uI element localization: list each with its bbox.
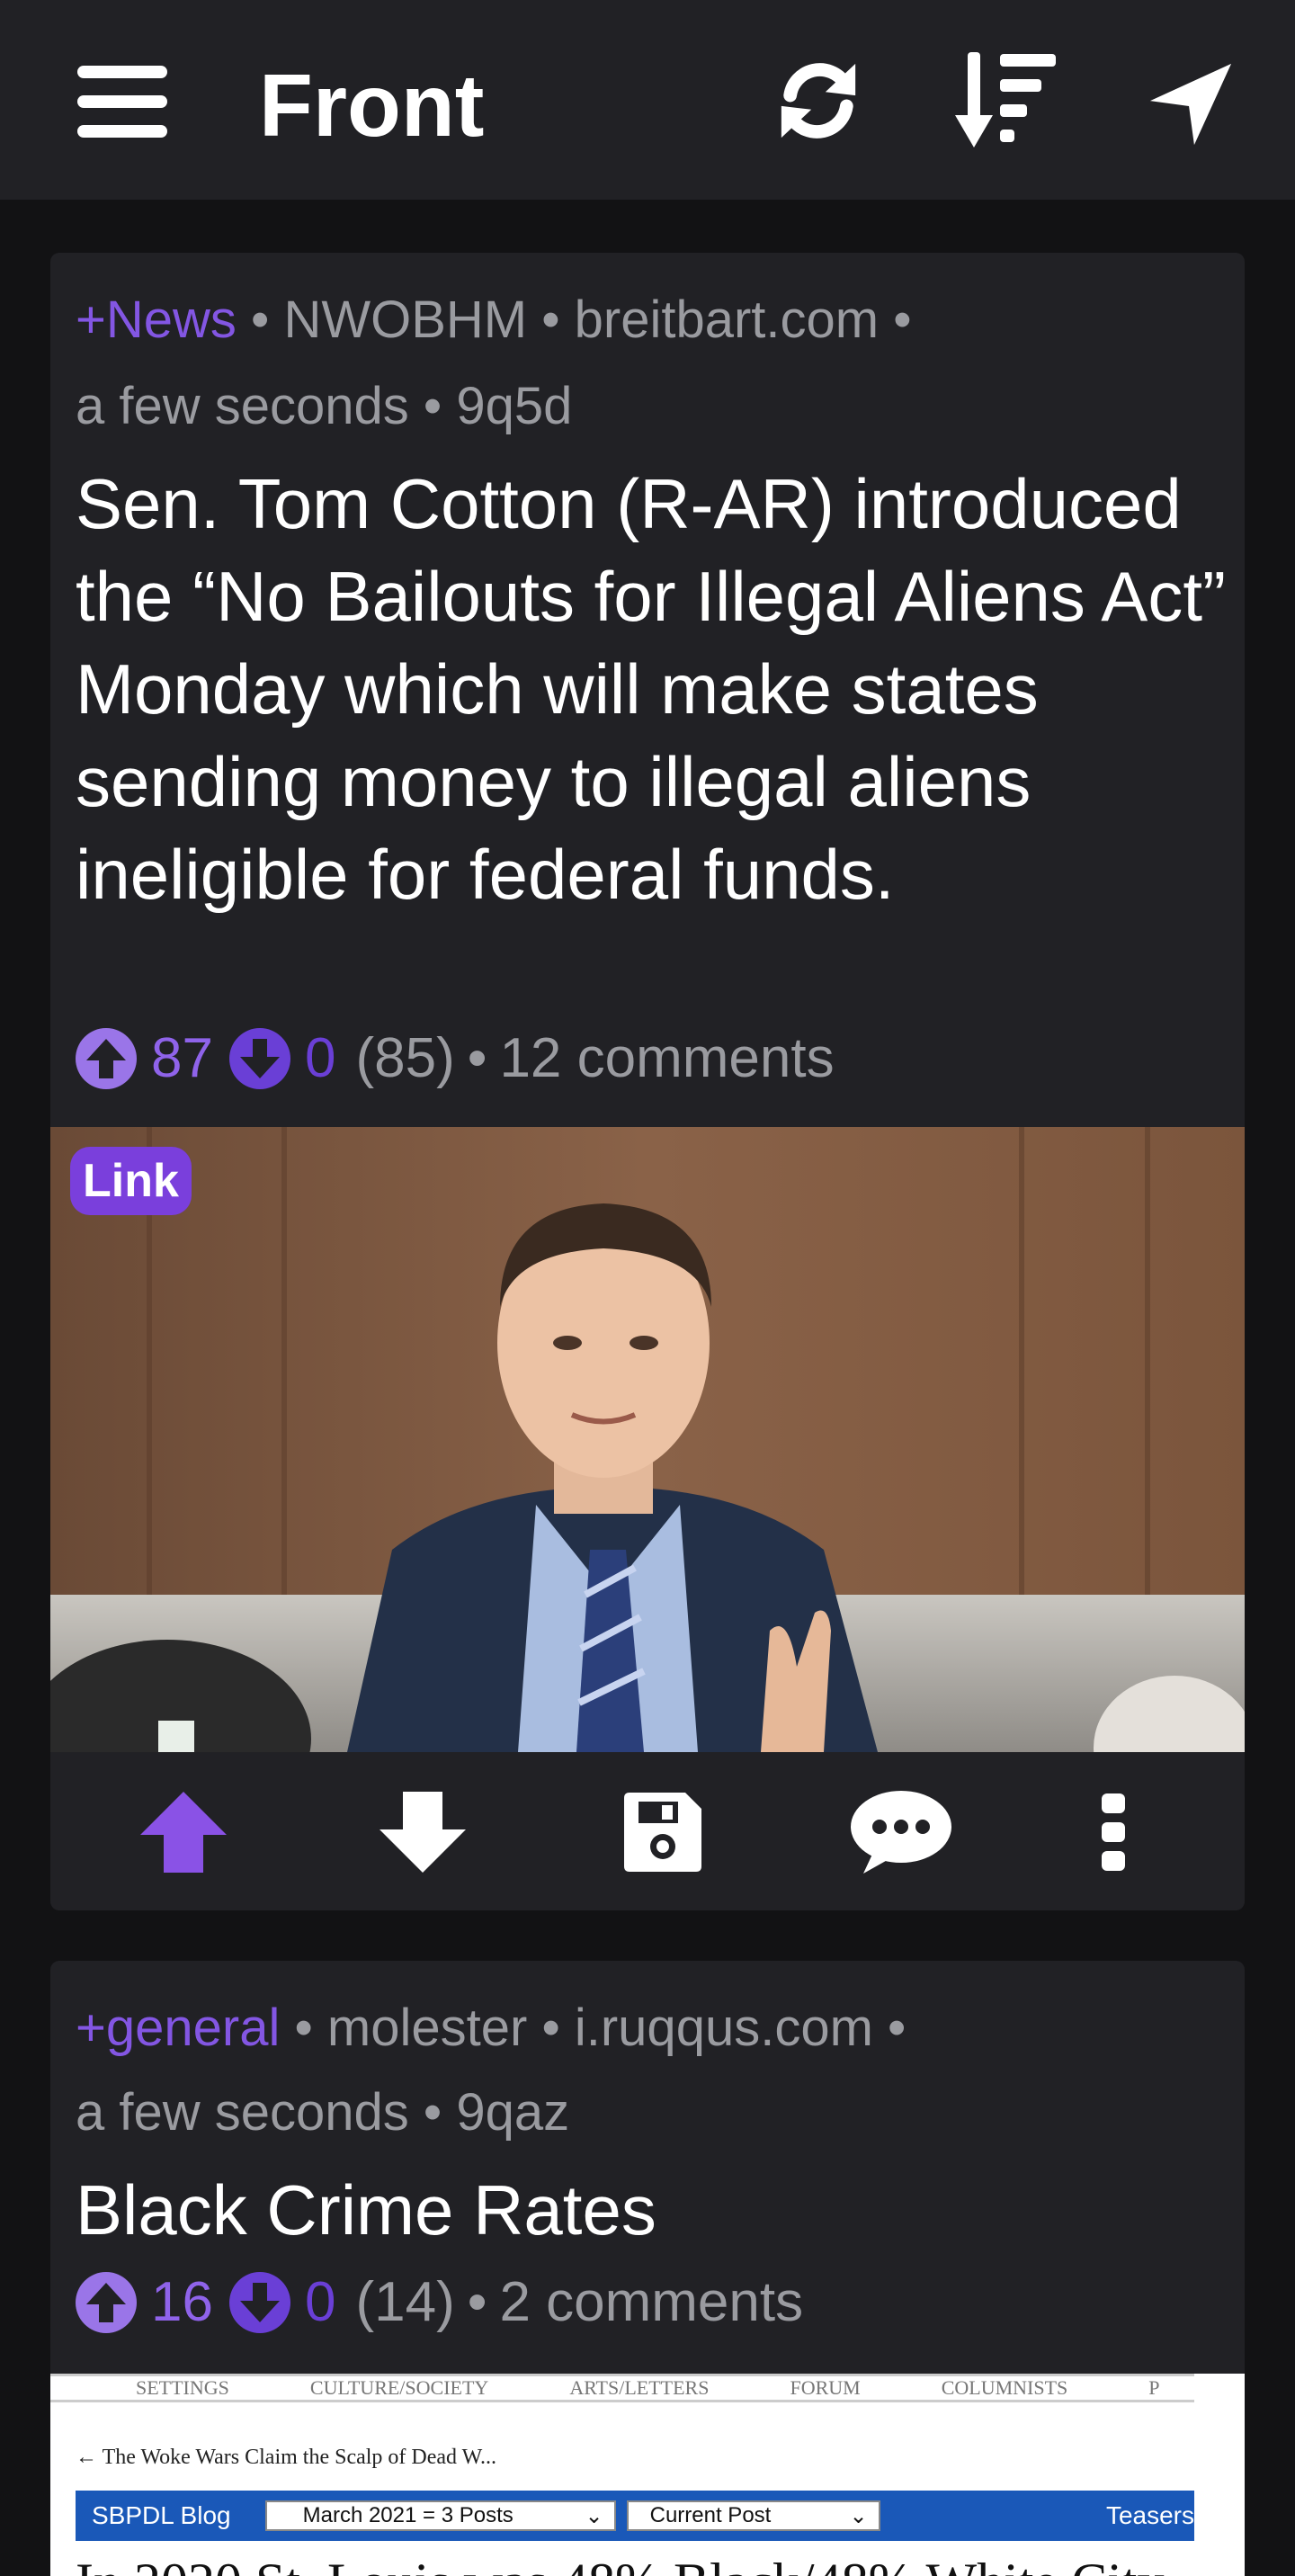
upvote-count: 87 <box>151 1027 213 1089</box>
preview-nav-item: P <box>1148 2376 1160 2399</box>
comment-button[interactable] <box>847 1783 955 1882</box>
post-meta: +general • molester • i.ruqqus.com • <box>76 1999 906 2057</box>
vote-summary: 16 0 (14) • 2 comments <box>76 2270 803 2335</box>
upvote-circle-icon <box>76 2272 137 2333</box>
vote-summary: 87 0 (85) • 12 comments <box>76 1026 835 1091</box>
preview-blog-title: SBPDL Blog <box>92 2501 231 2529</box>
chevron-down-icon: ⌄ <box>585 2503 603 2528</box>
downvote-button[interactable] <box>369 1783 477 1882</box>
downvote-circle-icon <box>228 1028 290 1089</box>
post-meta-time: a few seconds • 9qaz <box>76 2083 570 2142</box>
preview-blog-bar: SBPDL Blog March 2021 = 3 Posts ⌄ Current… <box>76 2491 1194 2541</box>
guild-link[interactable]: +News <box>76 291 237 349</box>
post-id: 9q5d <box>456 377 573 435</box>
preview-nav-item: SETTINGS <box>136 2376 229 2399</box>
comments-link[interactable]: 12 comments <box>499 1026 834 1091</box>
post-id: 9qaz <box>456 2083 570 2142</box>
hamburger-icon[interactable] <box>76 61 169 142</box>
preview-breadcrumb: ← The Woke Wars Claim the Scalp of Dead … <box>76 2446 497 2469</box>
preview-nav-item: ARTS/LETTERS <box>569 2376 710 2399</box>
score: (14) <box>355 2271 455 2333</box>
comments-link[interactable]: 2 comments <box>499 2270 803 2335</box>
chevron-down-icon: ⌄ <box>849 2503 868 2528</box>
preview-nav: SETTINGS CULTURE/SOCIETY ARTS/LETTERS FO… <box>50 2374 1194 2402</box>
post-thumbnail[interactable]: SETTINGS CULTURE/SOCIETY ARTS/LETTERS FO… <box>50 2374 1245 2576</box>
preview-nav-item: CULTURE/SOCIETY <box>309 2376 489 2399</box>
post-actions <box>50 1752 1245 1910</box>
post-meta: +News • NWOBHM • breitbart.com • <box>76 291 912 349</box>
score: (85) <box>355 1027 455 1089</box>
domain-link[interactable]: i.ruqqus.com <box>575 1999 873 2057</box>
preview-headline: In 2020 St. Louis was 48% Black/48% Whit… <box>76 2552 1164 2576</box>
post-thumbnail[interactable]: Link <box>50 1127 1245 1752</box>
post-age: a few seconds <box>76 2083 409 2142</box>
downvote-count: 0 <box>304 2271 336 2333</box>
sort-icon[interactable] <box>953 47 1061 155</box>
more-options-button[interactable] <box>1059 1783 1167 1882</box>
upvote-circle-icon <box>76 1028 137 1089</box>
save-button[interactable] <box>608 1783 716 1882</box>
preview-select-value: March 2021 = 3 Posts <box>302 2503 514 2527</box>
downvote-circle-icon <box>228 2272 290 2333</box>
post-meta-time: a few seconds • 9q5d <box>76 377 573 435</box>
page-title: Front <box>259 56 485 155</box>
location-arrow-icon[interactable] <box>1144 59 1237 149</box>
post-title[interactable]: Black Crime Rates <box>76 2164 1236 2257</box>
post-title[interactable]: Sen. Tom Cotton (R-AR) introduced the “N… <box>76 458 1236 921</box>
preview-select: Current Post ⌄ <box>626 2500 880 2531</box>
preview-teasers: Teasers <box>1105 2501 1194 2529</box>
preview-nav-item: COLUMNISTS <box>941 2376 1068 2399</box>
upvote-button[interactable] <box>130 1783 237 1882</box>
author-link[interactable]: molester <box>327 1999 527 2057</box>
refresh-icon[interactable] <box>772 54 865 148</box>
guild-link[interactable]: +general <box>76 1999 280 2057</box>
post-card[interactable]: +general • molester • i.ruqqus.com • a f… <box>50 1961 1245 2576</box>
author-link[interactable]: NWOBHM <box>283 291 527 349</box>
post-age: a few seconds <box>76 377 409 435</box>
upvote-count: 16 <box>151 2271 213 2333</box>
link-badge: Link <box>70 1147 192 1215</box>
preview-select: March 2021 = 3 Posts ⌄ <box>264 2500 616 2531</box>
preview-nav-item: FORUM <box>790 2376 861 2399</box>
preview-select-value: Current Post <box>649 2503 772 2527</box>
post-card[interactable]: +News • NWOBHM • breitbart.com • a few s… <box>50 253 1245 1910</box>
downvote-count: 0 <box>304 1027 336 1089</box>
top-app-bar: Front <box>0 0 1295 200</box>
domain-link[interactable]: breitbart.com <box>575 291 879 349</box>
